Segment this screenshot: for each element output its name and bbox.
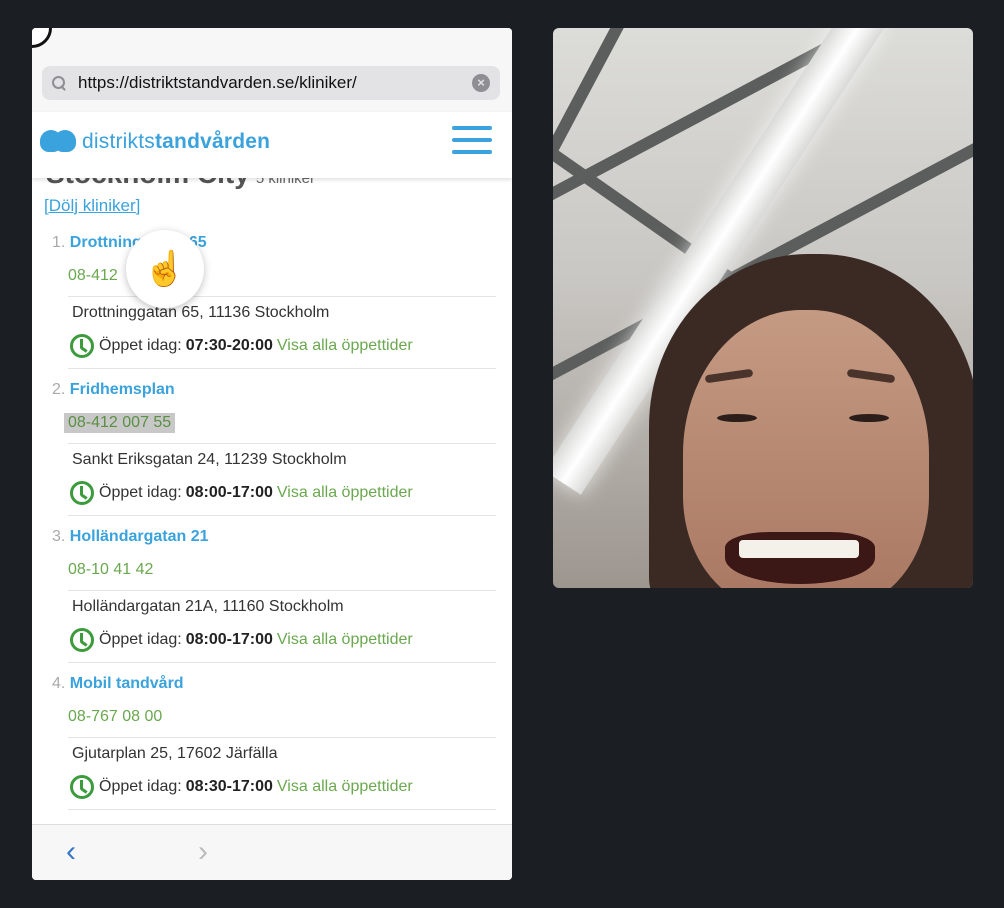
left-eye [717,414,757,422]
tap-hand-icon: ☝ [126,230,204,308]
video-call-feed [553,28,973,588]
show-all-hours-link[interactable]: Visa alla öppettider [277,337,413,355]
clinic-address: Sankt Eriksgatan 24, 11239 Stockholm [72,451,347,468]
clinic-address: Holländargatan 21A, 11160 Stockholm [72,598,344,615]
divider [68,296,496,297]
clock-icon [70,334,94,358]
show-all-hours-link[interactable]: Visa alla öppettider [277,778,413,796]
clinic-phone-link[interactable]: 08-412 007 55 [64,413,176,433]
right-eyebrow [846,368,896,384]
forward-icon[interactable]: › [198,837,208,867]
opening-hours: Öppet idag: 08:00-17:00 Visa alla öppett… [70,628,413,652]
divider [68,443,496,444]
left-eyebrow [704,368,754,384]
logo-text: distriktstandvården [82,130,271,153]
phone-screen: https://distriktstandvarden.se/kliniker/… [32,28,512,880]
clinic-name-link[interactable]: 4. Mobil tandvård [52,675,184,693]
clock-icon [70,775,94,799]
divider [68,662,496,663]
show-all-hours-link[interactable]: Visa alla öppettider [277,484,413,502]
site-logo[interactable]: distriktstandvården [40,128,270,156]
clinic-address: Drottninggatan 65, 11136 Stockholm [72,304,330,321]
clear-icon[interactable]: × [472,74,490,92]
url-text[interactable]: https://distriktstandvarden.se/kliniker/ [78,73,472,93]
divider [68,515,496,516]
search-icon [52,76,66,90]
opening-hours: Öppet idag: 08:30-17:00 Visa alla öppett… [70,775,413,799]
tooth-logo-icon [40,128,78,156]
person-face [683,310,929,588]
divider [68,368,496,369]
clinic-address: Gjutarplan 25, 17602 Järfälla [72,745,278,762]
show-all-hours-link[interactable]: Visa alla öppettider [277,631,413,649]
clinic-name-link[interactable]: 3. Holländargatan 21 [52,528,209,546]
clock-icon [70,628,94,652]
browser-bottom-toolbar: ‹ › [32,824,512,880]
site-header: distriktstandvården [32,112,512,178]
hide-clinics-link[interactable]: [Dölj kliniker] [44,196,140,216]
mouth [725,532,875,584]
clinic-phone-link[interactable]: 08-767 08 00 [64,707,166,727]
clinic-phone-link[interactable]: 08-10 41 42 [64,560,157,580]
browser-toolbar: https://distriktstandvarden.se/kliniker/… [32,28,512,112]
clinic-phone-link[interactable]: 08-412 [64,266,122,286]
divider [68,809,496,810]
opening-hours: Öppet idag: 07:30-20:00 Visa alla öppett… [70,334,413,358]
back-icon[interactable]: ‹ [66,837,76,867]
hamburger-menu-icon[interactable] [452,126,492,156]
right-eye [849,414,889,422]
divider [68,737,496,738]
opening-hours: Öppet idag: 08:00-17:00 Visa alla öppett… [70,481,413,505]
clock-icon [70,481,94,505]
divider [68,590,496,591]
clinic-name-link[interactable]: 2. Fridhemsplan [52,381,175,399]
address-bar[interactable]: https://distriktstandvarden.se/kliniker/… [42,66,500,100]
